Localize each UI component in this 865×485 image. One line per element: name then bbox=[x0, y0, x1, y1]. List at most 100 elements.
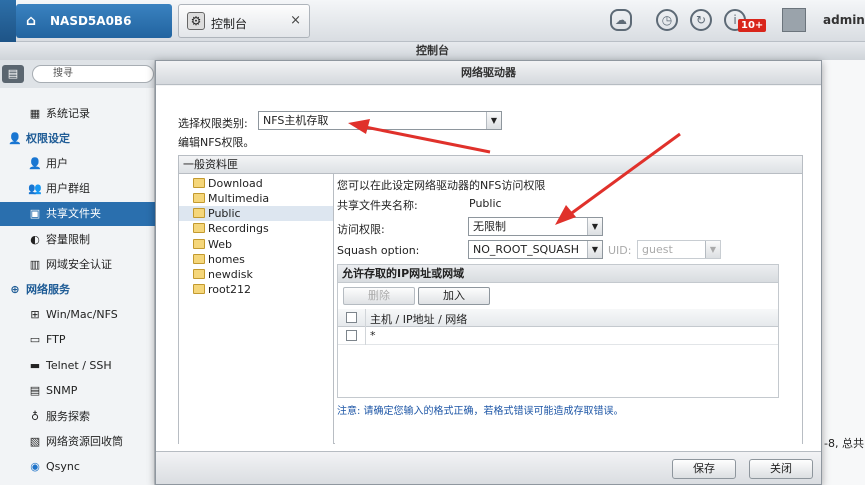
share-name-value: Public bbox=[469, 197, 502, 210]
sidebar-section-network-services[interactable]: ⊕ 网络服务 bbox=[0, 278, 155, 302]
type-label: 选择权限类别: bbox=[178, 117, 248, 130]
group-title: 一般资料匣 bbox=[179, 156, 802, 174]
allowed-ip-box: 允许存取的IP网址或网域 删除 加入 主机 / IP地址 / 网络 * bbox=[337, 264, 779, 398]
ip-box-title: 允许存取的IP网址或网域 bbox=[338, 265, 778, 283]
search-input[interactable]: 搜寻 bbox=[32, 65, 154, 83]
home-icon: ⌂ bbox=[26, 13, 37, 29]
snmp-icon: ▤ bbox=[29, 384, 41, 397]
folder-group: 一般资料匣 Download Multimedia Public Recordi… bbox=[178, 155, 803, 444]
folder-tree: Download Multimedia Public Recordings We… bbox=[179, 174, 334, 444]
sidebar-item-snmp[interactable]: ▤ SNMP bbox=[0, 379, 155, 403]
folder-item-root212[interactable]: root212 bbox=[179, 282, 333, 297]
row-checkbox[interactable] bbox=[346, 330, 357, 341]
nfs-settings-panel: 您可以在此设定网络驱动器的NFS访问权限 共享文件夹名称: Public 访问权… bbox=[335, 174, 802, 444]
sidebar-item-users[interactable]: 👤 用户 bbox=[0, 152, 155, 176]
sidebar-toggle-icon[interactable]: ▤ bbox=[2, 65, 24, 83]
recycle-bin-icon: ▧ bbox=[29, 435, 41, 448]
background-panel: -8, 总共 bbox=[822, 60, 865, 485]
close-button[interactable]: 关闭 bbox=[749, 459, 813, 479]
sidebar-section-privilege[interactable]: 👤 权限设定 bbox=[0, 127, 155, 151]
folder-item-public[interactable]: Public bbox=[179, 206, 333, 221]
user-group-icon: 👥 bbox=[28, 182, 42, 195]
chevron-down-icon: ▼ bbox=[587, 218, 602, 235]
window-title: 控制台 bbox=[0, 42, 865, 60]
log-icon: ▦ bbox=[29, 107, 41, 120]
chevron-down-icon: ▼ bbox=[705, 241, 720, 258]
sidebar: ▤ 搜寻 ▦ 系统记录 👤 权限设定 👤 用户 👥 用户群组 ▣ 共享文件夹 ◐… bbox=[0, 60, 155, 485]
qsync-icon: ◉ bbox=[30, 460, 40, 473]
network-drive-dialog: 网络驱动器 选择权限类别: NFS主机存取 ▼ 编辑NFS权限。 一般资料匣 D… bbox=[155, 60, 822, 485]
domain-auth-icon: ▥ bbox=[29, 258, 41, 271]
access-select[interactable]: 无限制 ▼ bbox=[468, 217, 603, 236]
privilege-type-select[interactable]: NFS主机存取 ▼ bbox=[258, 111, 502, 130]
tab-control-panel[interactable]: ⚙ 控制台 × bbox=[178, 4, 310, 38]
sidebar-item-telnet-ssh[interactable]: ▬ Telnet / SSH bbox=[0, 354, 155, 378]
close-tab-icon[interactable]: × bbox=[290, 13, 301, 28]
squash-select[interactable]: NO_ROOT_SQUASH ▼ bbox=[468, 240, 603, 259]
clock-icon[interactable]: ◷ bbox=[656, 9, 678, 31]
folder-icon bbox=[193, 193, 205, 203]
top-bar: ⌂ NASD5A0B6 ⚙ 控制台 × ☁ ◷ ↻ i 10+ admin bbox=[0, 0, 865, 42]
dialog-footer: 保存 关闭 bbox=[156, 451, 821, 484]
edit-note: 编辑NFS权限。 bbox=[178, 136, 255, 149]
folder-share-icon: ▣ bbox=[29, 207, 41, 220]
service-discovery-icon: ♁ bbox=[30, 410, 40, 423]
sidebar-item-system-log[interactable]: ▦ 系统记录 bbox=[0, 102, 155, 126]
uid-value: guest bbox=[642, 243, 673, 256]
sync-icon[interactable]: ↻ bbox=[690, 9, 712, 31]
sidebar-item-quota[interactable]: ◐ 容量限制 bbox=[0, 228, 155, 252]
folder-icon bbox=[193, 269, 205, 279]
access-value: 无限制 bbox=[473, 220, 506, 233]
menu-edge[interactable] bbox=[0, 0, 16, 42]
tab-label: 控制台 bbox=[211, 17, 248, 31]
sidebar-item-user-groups[interactable]: 👥 用户群组 bbox=[0, 177, 155, 201]
panel-intro: 您可以在此设定网络驱动器的NFS访问权限 bbox=[337, 179, 546, 192]
notification-badge: 10+ bbox=[738, 19, 767, 32]
device-name: NASD5A0B6 bbox=[50, 14, 132, 28]
win-mac-nfs-icon: ⊞ bbox=[30, 308, 40, 321]
terminal-icon: ▬ bbox=[29, 359, 41, 372]
folder-item-homes[interactable]: homes bbox=[179, 252, 333, 267]
folder-icon bbox=[193, 178, 205, 188]
gear-icon: ⚙ bbox=[187, 12, 205, 30]
ip-column-header: 主机 / IP地址 / 网络 bbox=[370, 313, 468, 326]
sidebar-item-win-mac-nfs[interactable]: ⊞ Win/Mac/NFS bbox=[0, 303, 155, 327]
sidebar-item-service-discovery[interactable]: ♁ 服务探索 bbox=[0, 405, 155, 429]
sidebar-item-qsync[interactable]: ◉ Qsync bbox=[0, 455, 155, 479]
folder-item-multimedia[interactable]: Multimedia bbox=[179, 191, 333, 206]
folder-item-web[interactable]: Web bbox=[179, 237, 333, 252]
cloud-icon[interactable]: ☁ bbox=[610, 9, 632, 31]
folder-item-newdisk[interactable]: newdisk bbox=[179, 267, 333, 282]
home-tab[interactable]: ⌂ NASD5A0B6 bbox=[16, 4, 172, 38]
ip-value: * bbox=[370, 329, 376, 342]
quota-icon: ◐ bbox=[30, 233, 40, 246]
delete-button[interactable]: 删除 bbox=[343, 287, 415, 305]
select-all-checkbox[interactable] bbox=[346, 312, 357, 323]
uid-select: guest ▼ bbox=[637, 240, 721, 259]
column-divider bbox=[365, 309, 366, 327]
sidebar-item-ftp[interactable]: ▭ FTP bbox=[0, 328, 155, 352]
dialog-body: 选择权限类别: NFS主机存取 ▼ 编辑NFS权限。 一般资料匣 Downloa… bbox=[156, 86, 821, 451]
share-name-label: 共享文件夹名称: bbox=[337, 199, 418, 212]
privilege-type-value: NFS主机存取 bbox=[263, 114, 329, 127]
ip-table: 主机 / IP地址 / 网络 * bbox=[338, 309, 778, 345]
chevron-down-icon: ▼ bbox=[587, 241, 602, 258]
sidebar-item-recycle-bin[interactable]: ▧ 网络资源回收筒 bbox=[0, 430, 155, 454]
user-name[interactable]: admin bbox=[823, 13, 865, 27]
add-button[interactable]: 加入 bbox=[418, 287, 490, 305]
folder-icon bbox=[193, 223, 205, 233]
folder-item-download[interactable]: Download bbox=[179, 176, 333, 191]
background-pagination-text: -8, 总共 bbox=[824, 437, 864, 450]
ip-table-header: 主机 / IP地址 / 网络 bbox=[338, 309, 778, 327]
chevron-down-icon: ▼ bbox=[486, 112, 501, 129]
sidebar-item-shared-folders[interactable]: ▣ 共享文件夹 bbox=[0, 202, 155, 226]
user-icon: 👤 bbox=[28, 157, 42, 170]
sidebar-item-domain-security[interactable]: ▥ 网域安全认证 bbox=[0, 253, 155, 277]
ftp-icon: ▭ bbox=[29, 333, 41, 346]
warning-text: 注意: 请确定您输入的格式正确，若格式错误可能造成存取错误。 bbox=[337, 406, 624, 417]
folder-icon bbox=[193, 284, 205, 294]
save-button[interactable]: 保存 bbox=[672, 459, 736, 479]
avatar[interactable] bbox=[782, 8, 806, 32]
table-row[interactable]: * bbox=[338, 327, 778, 345]
folder-item-recordings[interactable]: Recordings bbox=[179, 221, 333, 236]
